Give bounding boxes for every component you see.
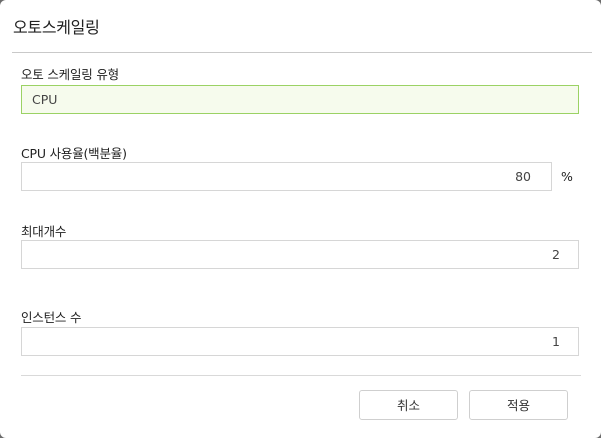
cpu-usage-input[interactable]: 80 <box>21 162 552 191</box>
footer-divider <box>21 375 581 376</box>
instance-count-label: 인스턴스 수 <box>21 310 82 325</box>
autoscaling-type-label: 오토 스케일링 유형 <box>21 67 119 82</box>
max-count-label: 최대개수 <box>21 224 67 239</box>
dialog-title: 오토스케일링 <box>13 18 100 37</box>
cpu-usage-unit: % <box>561 169 573 184</box>
cancel-button[interactable]: 취소 <box>359 390 458 420</box>
instance-count-input[interactable]: 1 <box>21 327 579 356</box>
max-count-input[interactable]: 2 <box>21 240 579 269</box>
cpu-usage-label: CPU 사용율(백분율) <box>21 146 127 161</box>
autoscaling-type-field[interactable]: CPU <box>21 85 579 114</box>
apply-button[interactable]: 적용 <box>469 390 568 420</box>
title-divider <box>12 52 592 53</box>
autoscaling-dialog: 오토스케일링 오토 스케일링 유형 CPU CPU 사용율(백분율) 80 % … <box>0 0 601 438</box>
